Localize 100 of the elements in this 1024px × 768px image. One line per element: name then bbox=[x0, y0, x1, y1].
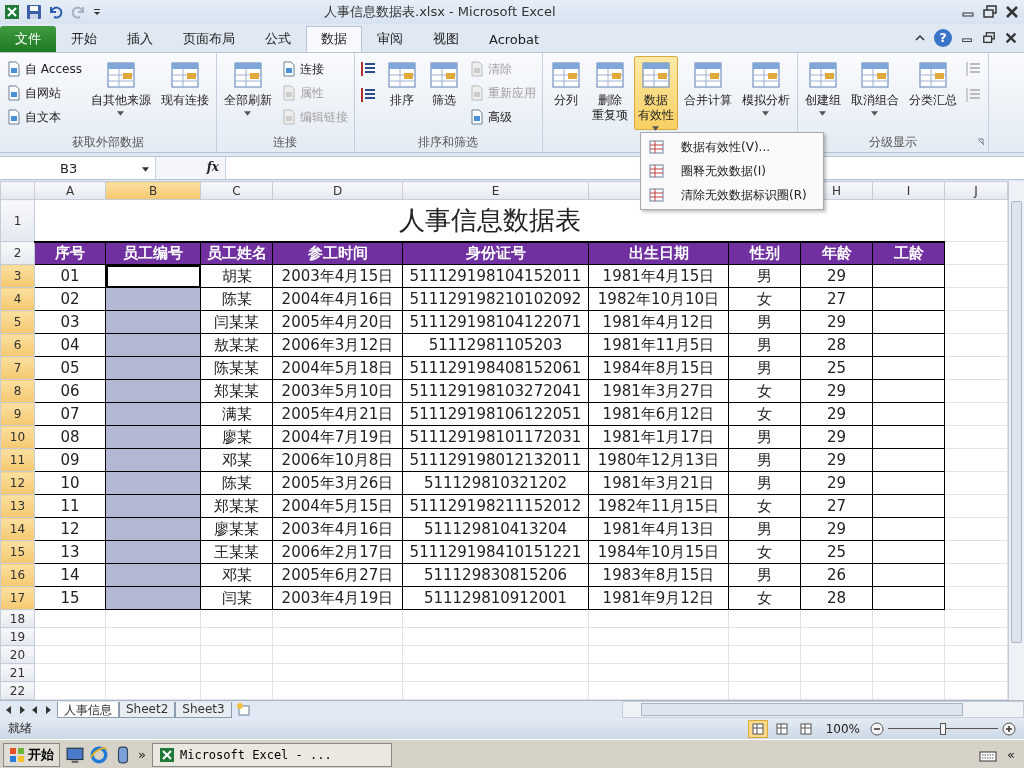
horizontal-scrollbar[interactable] bbox=[622, 701, 1024, 718]
tray-toggle[interactable]: « bbox=[1007, 747, 1015, 762]
ribbon-button[interactable]: 现有连接 bbox=[156, 56, 213, 130]
column-header[interactable]: B bbox=[105, 181, 201, 200]
help-button[interactable]: ? bbox=[934, 29, 952, 47]
row-header[interactable]: 8 bbox=[0, 379, 35, 403]
ribbon-tab[interactable]: 审阅 bbox=[362, 26, 418, 52]
ribbon-button[interactable]: 创建组 bbox=[800, 56, 845, 130]
table-cell: 14 bbox=[34, 563, 106, 587]
table-cell: 511129198410151221 bbox=[402, 540, 589, 564]
column-header[interactable]: A bbox=[34, 181, 106, 200]
row-header[interactable]: 6 bbox=[0, 333, 35, 357]
sheet-nav-icon[interactable] bbox=[4, 704, 14, 715]
table-cell: 陈某 bbox=[200, 287, 273, 311]
table-cell: 2005年4月20日 bbox=[272, 310, 403, 334]
sheet-tab[interactable]: Sheet2 bbox=[119, 701, 176, 718]
table-cell: 1984年8月15日 bbox=[588, 356, 729, 380]
ribbon-tab[interactable]: 视图 bbox=[418, 26, 474, 52]
ribbon-button[interactable]: 取消组合 bbox=[846, 56, 903, 130]
insert-function-button[interactable]: fx bbox=[156, 157, 226, 179]
table-cell: 28 bbox=[800, 333, 873, 357]
browser-icon[interactable] bbox=[90, 745, 108, 764]
restore-icon[interactable] bbox=[982, 4, 998, 20]
ribbon-tab[interactable]: 插入 bbox=[112, 26, 168, 52]
group-label: 分级显示 bbox=[868, 133, 917, 151]
row-header[interactable]: 4 bbox=[0, 287, 35, 311]
table-cell: 2004年4月16日 bbox=[272, 287, 403, 311]
ribbon-tab[interactable]: 数据 bbox=[306, 26, 362, 52]
close-icon[interactable] bbox=[1004, 31, 1018, 45]
zoom-in-icon[interactable] bbox=[1002, 721, 1016, 736]
ribbon-tab[interactable]: 公式 bbox=[250, 26, 306, 52]
row-header[interactable]: 16 bbox=[0, 563, 35, 587]
table-cell: 1981年3月27日 bbox=[588, 379, 729, 403]
restore-icon[interactable] bbox=[982, 31, 996, 45]
ribbon-button[interactable]: 分列 bbox=[545, 56, 586, 130]
row-header[interactable]: 10 bbox=[0, 425, 35, 449]
row-header[interactable]: 14 bbox=[0, 517, 35, 541]
sheet-nav-icon[interactable] bbox=[43, 704, 53, 715]
ribbon-button[interactable]: 高级 bbox=[465, 106, 539, 128]
row-header[interactable]: 1 bbox=[0, 199, 35, 242]
ribbon-tab[interactable]: Acrobat bbox=[474, 26, 555, 52]
ribbon-button[interactable]: 自网站 bbox=[3, 82, 85, 104]
dialog-launcher-icon[interactable] bbox=[976, 138, 985, 146]
menu-item[interactable]: 圈释无效数据(I) bbox=[641, 159, 823, 183]
slider-thumb[interactable] bbox=[940, 722, 946, 735]
row-header[interactable]: 5 bbox=[0, 310, 35, 334]
ribbon-button[interactable]: 自 Access bbox=[3, 58, 85, 80]
row-header[interactable]: 15 bbox=[0, 540, 35, 564]
ribbon-button[interactable]: 合并计算 bbox=[679, 56, 736, 130]
ribbon-button[interactable]: 删除 重复项 bbox=[587, 56, 632, 130]
zoom-slider[interactable] bbox=[888, 721, 998, 736]
ribbon-button[interactable]: 分类汇总 bbox=[904, 56, 961, 130]
table-cell: 女 bbox=[728, 402, 801, 426]
row-header[interactable]: 7 bbox=[0, 356, 35, 380]
ribbon-button[interactable]: 筛选 bbox=[423, 56, 464, 130]
more-button[interactable]: » bbox=[138, 747, 146, 762]
sheet-nav-icon[interactable] bbox=[17, 704, 27, 715]
save-icon[interactable] bbox=[26, 4, 42, 20]
ribbon-button[interactable]: 连接 bbox=[277, 58, 351, 80]
table-cell: 满某 bbox=[200, 402, 273, 426]
table-cell: 27 bbox=[800, 287, 873, 311]
row-header[interactable]: 11 bbox=[0, 448, 35, 472]
view-button[interactable] bbox=[747, 719, 768, 738]
start-button[interactable]: 开始 bbox=[3, 742, 60, 767]
column-header[interactable]: J bbox=[944, 181, 1008, 200]
row-header[interactable]: 12 bbox=[0, 471, 35, 495]
ribbon-button[interactable]: 数据 有效性 bbox=[633, 56, 678, 130]
vertical-scrollbar[interactable] bbox=[1008, 181, 1024, 700]
column-header[interactable]: E bbox=[402, 181, 589, 200]
customize-caret-icon[interactable] bbox=[92, 7, 102, 17]
undo-icon[interactable] bbox=[48, 4, 64, 20]
sheet-nav-icon[interactable] bbox=[30, 704, 40, 715]
table-cell: 2006年2月17日 bbox=[272, 540, 403, 564]
ribbon-button[interactable]: 自文本 bbox=[3, 106, 85, 128]
desktop-icon[interactable] bbox=[66, 745, 84, 764]
row-header[interactable]: 3 bbox=[0, 264, 35, 288]
menu-item[interactable]: 数据有效性(V)... bbox=[641, 135, 823, 159]
row-header[interactable]: 17 bbox=[0, 586, 35, 610]
taskbar-window-button[interactable]: Microsoft Excel - ... bbox=[151, 742, 392, 767]
document-icon bbox=[6, 109, 22, 125]
ribbon-tab[interactable]: 开始 bbox=[56, 26, 112, 52]
column-heading: 出生日期 bbox=[588, 241, 729, 265]
ribbon-button[interactable]: 自其他来源 bbox=[86, 56, 155, 130]
row-header[interactable]: 13 bbox=[0, 494, 35, 518]
ribbon-button[interactable]: 模拟分析 bbox=[737, 56, 794, 130]
row-header[interactable]: 9 bbox=[0, 402, 35, 426]
close-icon[interactable] bbox=[1004, 4, 1020, 20]
column-header[interactable]: I bbox=[872, 181, 945, 200]
zoom-out-icon[interactable] bbox=[870, 721, 884, 736]
row-header[interactable]: 2 bbox=[0, 241, 35, 265]
sheet-tab[interactable]: Sheet3 bbox=[175, 701, 232, 718]
ribbon-button[interactable]: 排序 bbox=[381, 56, 422, 130]
file-tab[interactable]: 文件 bbox=[0, 26, 56, 52]
column-header[interactable]: C bbox=[200, 181, 273, 200]
table-cell: 1981年3月21日 bbox=[588, 471, 729, 495]
ribbon-tab[interactable]: 页面布局 bbox=[168, 26, 250, 52]
ribbon-button[interactable]: 全部刷新 bbox=[219, 56, 276, 130]
column-header[interactable]: D bbox=[272, 181, 403, 200]
page-view-icon bbox=[775, 722, 788, 735]
sheet-tab[interactable]: 人事信息 bbox=[57, 701, 119, 718]
